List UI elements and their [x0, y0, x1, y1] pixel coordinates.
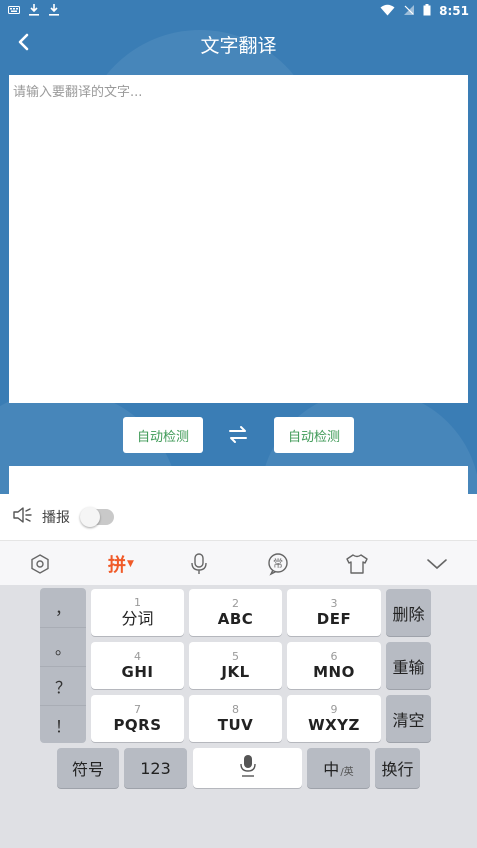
broadcast-label: 播报: [42, 510, 70, 526]
key-label: TUV: [217, 715, 254, 734]
keyboard-toolbar: 拼 ▼ 常: [0, 540, 477, 585]
space-voice-key[interactable]: [193, 748, 302, 788]
key-label: DEF: [316, 609, 352, 628]
keyboard-status-icon: [8, 4, 20, 18]
key-label: MNO: [313, 662, 355, 681]
broadcast-toggle[interactable]: [80, 507, 114, 527]
page-title: 文字翻译: [200, 34, 277, 57]
language-selector: 自动检测 自动检测: [0, 417, 477, 453]
key-9-wxyz[interactable]: 9 WXYZ: [287, 695, 381, 742]
microphone-icon[interactable]: [185, 550, 213, 578]
key-7-pqrs[interactable]: 7 PQRS: [91, 695, 184, 742]
key-6-mno[interactable]: 6 MNO: [287, 642, 381, 689]
punct-key-question[interactable]: ？: [40, 666, 86, 704]
speaker-icon: [12, 506, 34, 528]
app-background: 8:51 文字翻译 自动检测 自动检测: [0, 0, 477, 494]
key-number: 7: [134, 702, 141, 716]
key-number: 8: [232, 702, 239, 716]
clear-key[interactable]: 清空: [386, 695, 431, 742]
punctuation-column: ， 。 ？ ！: [40, 588, 86, 743]
lang-main-label: 中: [323, 760, 340, 779]
settings-icon[interactable]: [26, 550, 54, 578]
numbers-key[interactable]: 123: [124, 748, 187, 788]
title-bar: 文字翻译: [0, 22, 477, 66]
back-arrow-icon: [17, 33, 31, 55]
key-number: 5: [232, 649, 239, 663]
status-time: 8:51: [439, 4, 469, 18]
battery-icon: [423, 3, 431, 19]
download-icon: [48, 3, 60, 19]
key-label: 分词: [121, 608, 154, 628]
skin-icon[interactable]: [343, 550, 371, 578]
language-switch-key[interactable]: 中/英: [307, 748, 370, 788]
key-number: 3: [330, 596, 338, 610]
key-number: 1: [134, 595, 141, 609]
common-phrases-label: 常: [273, 557, 283, 570]
punct-key-exclamation[interactable]: ！: [40, 705, 86, 743]
key-label: JKL: [221, 662, 250, 681]
key-4-ghi[interactable]: 4 GHI: [91, 642, 184, 689]
signal-icon: [403, 4, 415, 19]
lang-sub-label: /英: [340, 767, 354, 778]
punct-key-period[interactable]: 。: [40, 627, 86, 665]
microphone-icon: [238, 753, 258, 783]
swap-language-icon[interactable]: [226, 423, 250, 447]
key-2-abc[interactable]: 2 ABC: [189, 589, 282, 636]
toggle-knob: [80, 507, 100, 527]
target-language-button[interactable]: 自动检测: [274, 417, 354, 453]
translation-result: [9, 466, 468, 494]
key-number: 6: [330, 649, 338, 663]
retype-key[interactable]: 重输: [386, 642, 431, 689]
keyboard: ， 。 ？ ！ 1 分词 2 ABC 3 DEF 删除 4 GHI 5 JKL …: [0, 585, 477, 848]
punct-key-comma[interactable]: ，: [40, 588, 86, 626]
key-label: PQRS: [113, 715, 162, 734]
enter-key[interactable]: 换行: [375, 748, 420, 788]
source-language-button[interactable]: 自动检测: [123, 417, 203, 453]
key-label: WXYZ: [308, 715, 360, 734]
wifi-icon: [380, 4, 395, 19]
download-icon: [28, 3, 40, 19]
key-number: 9: [330, 702, 338, 716]
key-number: 4: [134, 649, 141, 663]
caret-down-icon: ▼: [127, 559, 134, 569]
key-5-jkl[interactable]: 5 JKL: [189, 642, 282, 689]
pinyin-mode-button[interactable]: 拼 ▼: [104, 550, 138, 578]
delete-key[interactable]: 删除: [386, 589, 431, 636]
key-3-def[interactable]: 3 DEF: [287, 589, 381, 636]
common-phrases-icon[interactable]: 常: [264, 550, 292, 578]
key-label: GHI: [121, 662, 154, 681]
pinyin-label: 拼: [108, 555, 127, 576]
back-button[interactable]: [10, 30, 38, 58]
key-number: 2: [232, 596, 239, 610]
collapse-keyboard-icon[interactable]: [423, 550, 451, 578]
status-bar: 8:51: [0, 0, 477, 22]
key-1-fenci[interactable]: 1 分词: [91, 589, 184, 636]
broadcast-row: 播报: [0, 494, 477, 540]
translate-input[interactable]: [9, 75, 468, 403]
symbols-key[interactable]: 符号: [57, 748, 119, 788]
key-label: ABC: [217, 609, 254, 628]
key-8-tuv[interactable]: 8 TUV: [189, 695, 282, 742]
